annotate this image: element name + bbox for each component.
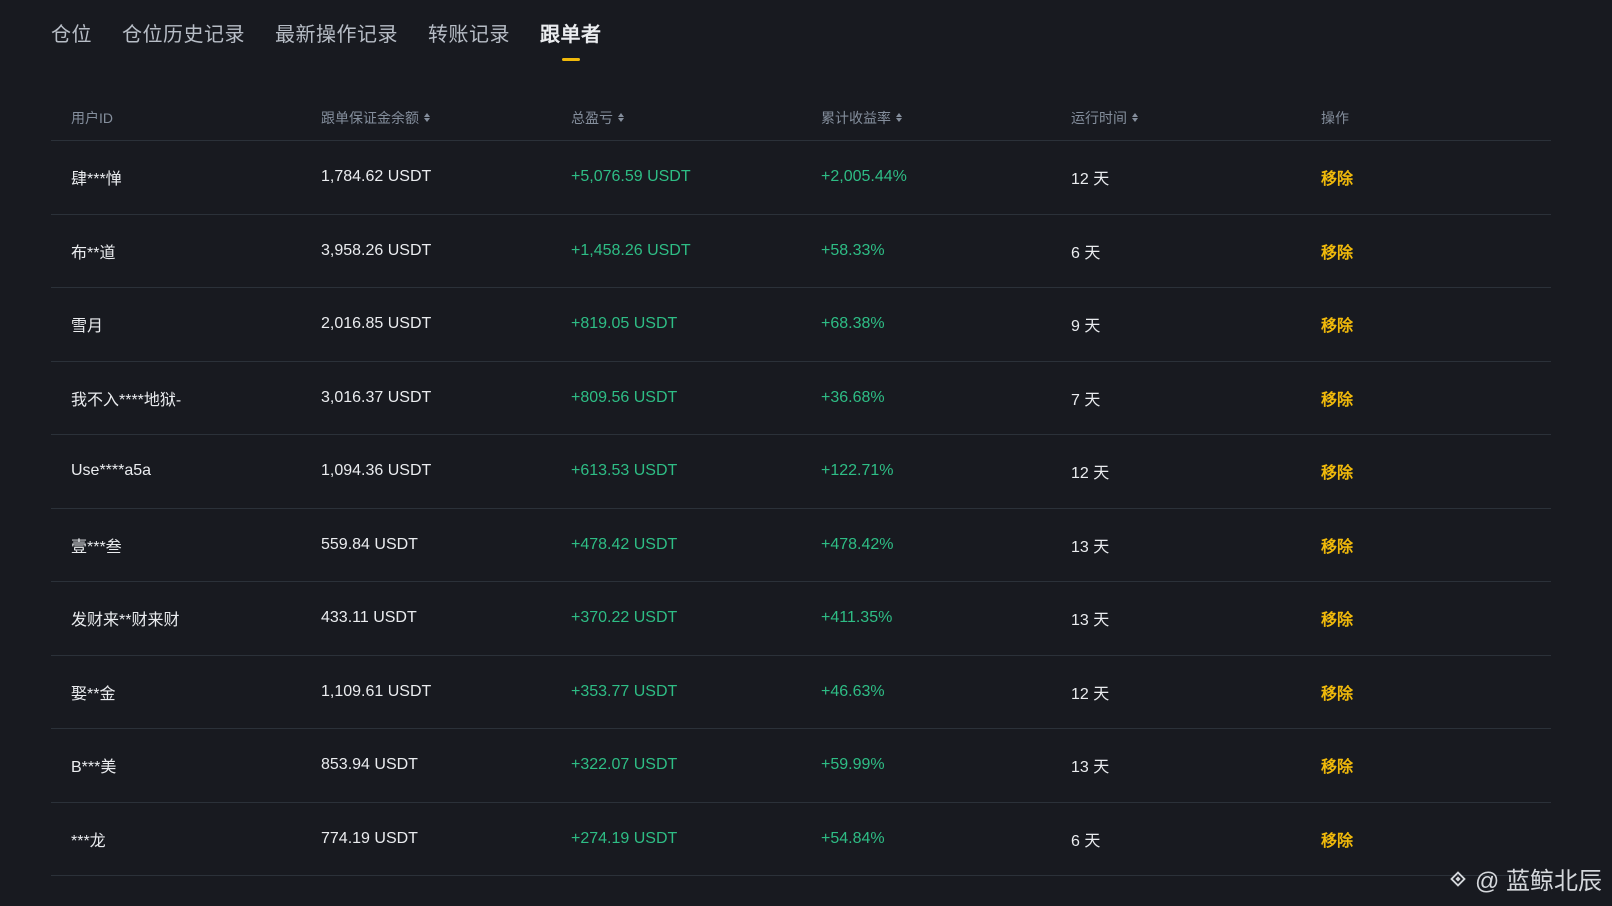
roi-cell: +58.33% bbox=[821, 241, 885, 259]
user-id-cell: 我不入****地狱- bbox=[71, 391, 182, 409]
roi-cell: +59.99% bbox=[821, 756, 885, 774]
sort-icon[interactable] bbox=[618, 113, 624, 122]
header-runtime[interactable]: 运行时间 bbox=[1051, 108, 1301, 128]
pnl-cell: +370.22 USDT bbox=[571, 609, 678, 627]
tab-positions[interactable]: 仓位 bbox=[51, 18, 92, 61]
table-row: 我不入****地狱- 3,016.37 USDT +809.56 USDT +3… bbox=[51, 362, 1551, 435]
header-roi[interactable]: 累计收益率 bbox=[801, 108, 1051, 128]
table-header-row: 用户ID 跟单保证金余额 总盈亏 累计收益率 运行时间 操作 bbox=[51, 95, 1551, 141]
header-user-id-label: 用户ID bbox=[71, 109, 113, 126]
sort-icon[interactable] bbox=[1132, 113, 1138, 122]
user-id-cell: 壹***叁 bbox=[71, 538, 122, 556]
runtime-cell: 13 天 bbox=[1071, 538, 1110, 556]
margin-cell: 433.11 USDT bbox=[321, 609, 417, 627]
user-id-cell: 肆***惮 bbox=[71, 171, 122, 189]
runtime-cell: 9 天 bbox=[1071, 318, 1101, 336]
header-action: 操作 bbox=[1301, 108, 1551, 128]
binance-square-icon bbox=[1450, 870, 1466, 887]
margin-cell: 3,016.37 USDT bbox=[321, 388, 432, 406]
remove-button[interactable]: 移除 bbox=[1321, 165, 1353, 189]
runtime-cell: 13 天 bbox=[1071, 759, 1110, 777]
runtime-cell: 12 天 bbox=[1071, 465, 1110, 483]
user-id-cell: Use****a5a bbox=[71, 462, 152, 480]
remove-button[interactable]: 移除 bbox=[1321, 680, 1353, 704]
remove-button[interactable]: 移除 bbox=[1321, 753, 1353, 777]
table-row: 娶**金 1,109.61 USDT +353.77 USDT +46.63% … bbox=[51, 656, 1551, 729]
margin-cell: 1,094.36 USDT bbox=[321, 462, 432, 480]
user-id-cell: B***美 bbox=[71, 759, 117, 777]
pnl-cell: +819.05 USDT bbox=[571, 315, 678, 333]
table-row: 雪月 2,016.85 USDT +819.05 USDT +68.38% 9 … bbox=[51, 288, 1551, 362]
pnl-cell: +322.07 USDT bbox=[571, 756, 678, 774]
table-row: 肆***惮 1,784.62 USDT +5,076.59 USDT +2,00… bbox=[51, 141, 1551, 215]
remove-button[interactable]: 移除 bbox=[1321, 827, 1353, 851]
table-row: 发财来**财来财 433.11 USDT +370.22 USDT +411.3… bbox=[51, 582, 1551, 656]
roi-cell: +478.42% bbox=[821, 535, 894, 553]
user-id-cell: 娶**金 bbox=[71, 685, 116, 703]
remove-button[interactable]: 移除 bbox=[1321, 533, 1353, 557]
tab-latest-operations[interactable]: 最新操作记录 bbox=[275, 18, 398, 61]
sort-icon[interactable] bbox=[424, 113, 430, 122]
roi-cell: +122.71% bbox=[821, 462, 894, 480]
sort-icon[interactable] bbox=[896, 113, 902, 122]
header-margin-label: 跟单保证金余额 bbox=[321, 109, 419, 126]
margin-cell: 2,016.85 USDT bbox=[321, 315, 432, 333]
header-user-id: 用户ID bbox=[51, 108, 301, 128]
table-row: B***美 853.94 USDT +322.07 USDT +59.99% 1… bbox=[51, 729, 1551, 803]
roi-cell: +411.35% bbox=[821, 609, 893, 627]
runtime-cell: 12 天 bbox=[1071, 171, 1110, 189]
table-row: 壹***叁 559.84 USDT +478.42 USDT +478.42% … bbox=[51, 509, 1551, 582]
pnl-cell: +274.19 USDT bbox=[571, 829, 678, 847]
user-id-cell: 发财来**财来财 bbox=[71, 612, 180, 630]
watermark-text: @ 蓝鲸北辰 bbox=[1474, 868, 1602, 895]
table-row: Use****a5a 1,094.36 USDT +613.53 USDT +1… bbox=[51, 435, 1551, 509]
margin-cell: 3,958.26 USDT bbox=[321, 241, 432, 259]
tab-transfer-records[interactable]: 转账记录 bbox=[428, 18, 510, 61]
copiers-table: 用户ID 跟单保证金余额 总盈亏 累计收益率 运行时间 操作 肆***惮 1,7… bbox=[51, 95, 1551, 876]
margin-cell: 1,109.61 USDT bbox=[321, 682, 432, 700]
pnl-cell: +353.77 USDT bbox=[571, 682, 678, 700]
user-id-cell: 布**道 bbox=[71, 244, 116, 262]
margin-cell: 853.94 USDT bbox=[321, 756, 418, 774]
roi-cell: +2,005.44% bbox=[821, 168, 907, 186]
table-row: ***龙 774.19 USDT +274.19 USDT +54.84% 6 … bbox=[51, 803, 1551, 876]
pnl-cell: +809.56 USDT bbox=[571, 388, 678, 406]
margin-cell: 774.19 USDT bbox=[321, 829, 418, 847]
header-roi-label: 累计收益率 bbox=[821, 109, 891, 126]
pnl-cell: +613.53 USDT bbox=[571, 462, 678, 480]
pnl-cell: +1,458.26 USDT bbox=[571, 241, 691, 259]
roi-cell: +36.68% bbox=[821, 388, 885, 406]
remove-button[interactable]: 移除 bbox=[1321, 239, 1353, 263]
margin-cell: 559.84 USDT bbox=[321, 535, 418, 553]
page: 仓位 仓位历史记录 最新操作记录 转账记录 跟单者 用户ID 跟单保证金余额 总… bbox=[0, 0, 1612, 906]
header-action-label: 操作 bbox=[1321, 109, 1349, 126]
tab-copiers[interactable]: 跟单者 bbox=[540, 18, 602, 61]
roi-cell: +54.84% bbox=[821, 829, 885, 847]
user-id-cell: ***龙 bbox=[71, 832, 106, 850]
header-margin[interactable]: 跟单保证金余额 bbox=[301, 108, 551, 128]
header-pnl[interactable]: 总盈亏 bbox=[551, 108, 801, 128]
watermark: @ 蓝鲸北辰 bbox=[1447, 861, 1602, 896]
runtime-cell: 12 天 bbox=[1071, 685, 1110, 703]
header-runtime-label: 运行时间 bbox=[1071, 109, 1127, 126]
roi-cell: +46.63% bbox=[821, 682, 885, 700]
pnl-cell: +478.42 USDT bbox=[571, 535, 678, 553]
runtime-cell: 6 天 bbox=[1071, 832, 1101, 850]
runtime-cell: 13 天 bbox=[1071, 612, 1110, 630]
margin-cell: 1,784.62 USDT bbox=[321, 168, 432, 186]
roi-cell: +68.38% bbox=[821, 315, 885, 333]
remove-button[interactable]: 移除 bbox=[1321, 459, 1353, 483]
remove-button[interactable]: 移除 bbox=[1321, 312, 1353, 336]
pnl-cell: +5,076.59 USDT bbox=[571, 168, 691, 186]
header-pnl-label: 总盈亏 bbox=[571, 109, 613, 126]
tab-bar: 仓位 仓位历史记录 最新操作记录 转账记录 跟单者 bbox=[51, 18, 602, 61]
remove-button[interactable]: 移除 bbox=[1321, 386, 1353, 410]
runtime-cell: 6 天 bbox=[1071, 244, 1101, 262]
remove-button[interactable]: 移除 bbox=[1321, 606, 1353, 630]
user-id-cell: 雪月 bbox=[71, 318, 104, 336]
tab-position-history[interactable]: 仓位历史记录 bbox=[122, 18, 245, 61]
table-row: 布**道 3,958.26 USDT +1,458.26 USDT +58.33… bbox=[51, 215, 1551, 288]
runtime-cell: 7 天 bbox=[1071, 391, 1101, 409]
